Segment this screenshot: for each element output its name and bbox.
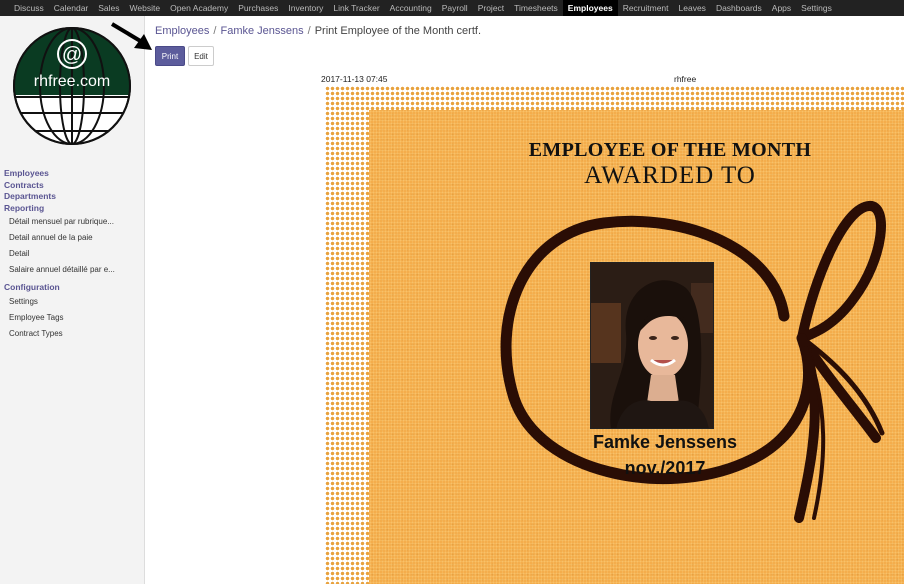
sidebar-item-monthly-detail[interactable]: Détail mensuel par rubrique... bbox=[4, 214, 142, 230]
report-company: rhfree bbox=[674, 74, 697, 84]
nav-open-academy[interactable]: Open Academy bbox=[165, 0, 233, 16]
sidebar-item-employees[interactable]: Employees bbox=[4, 168, 142, 180]
edit-button[interactable]: Edit bbox=[188, 46, 214, 66]
breadcrumb-employee[interactable]: Famke Jenssens bbox=[220, 25, 303, 37]
nav-inventory[interactable]: Inventory bbox=[283, 0, 328, 16]
nav-accounting[interactable]: Accounting bbox=[385, 0, 437, 16]
nav-dashboards[interactable]: Dashboards bbox=[711, 0, 767, 16]
breadcrumb-employees[interactable]: Employees bbox=[155, 25, 209, 37]
nav-purchases[interactable]: Purchases bbox=[233, 0, 283, 16]
nav-settings[interactable]: Settings bbox=[796, 0, 837, 16]
certificate-title: EMPLOYEE OF THE MONTH bbox=[528, 139, 812, 161]
breadcrumb-current: Print Employee of the Month certf. bbox=[314, 25, 482, 37]
print-button[interactable]: Print bbox=[155, 46, 185, 66]
breadcrumb-separator: / bbox=[307, 25, 311, 37]
sidebar-item-employee-tags[interactable]: Employee Tags bbox=[4, 310, 142, 326]
sidebar: @ rhfree.com Employees Contracts Departm… bbox=[0, 16, 145, 584]
sidebar-item-annual-detail[interactable]: Detail annuel de la paie bbox=[4, 230, 142, 246]
nav-payroll[interactable]: Payroll bbox=[437, 0, 473, 16]
nav-project[interactable]: Project bbox=[473, 0, 509, 16]
employee-name: Famke Jenssens bbox=[592, 432, 738, 452]
breadcrumb: Employees / Famke Jenssens / Print Employee … bbox=[155, 25, 481, 37]
logo-text: rhfree.com bbox=[34, 73, 110, 90]
breadcrumb-separator: / bbox=[213, 25, 217, 37]
sidebar-item-detail[interactable]: Detail bbox=[4, 246, 142, 262]
nav-sales[interactable]: Sales bbox=[93, 0, 124, 16]
nav-calendar[interactable]: Calendar bbox=[49, 0, 94, 16]
sidebar-item-reporting[interactable]: Reporting bbox=[4, 203, 142, 215]
nav-employees[interactable]: Employees bbox=[562, 0, 618, 16]
sidebar-item-contract-types[interactable]: Contract Types bbox=[4, 326, 142, 342]
logo-symbol: @ bbox=[62, 44, 82, 66]
nav-recruitment[interactable]: Recruitment bbox=[618, 0, 674, 16]
sidebar-item-annual-salary[interactable]: Salaire annuel détaillé par e... bbox=[4, 262, 142, 278]
sidebar-item-departments[interactable]: Departments bbox=[4, 191, 142, 203]
nav-apps[interactable]: Apps bbox=[767, 0, 796, 16]
nav-link-tracker[interactable]: Link Tracker bbox=[328, 0, 384, 16]
sidebar-item-settings[interactable]: Settings bbox=[4, 294, 142, 310]
nav-timesheets[interactable]: Timesheets bbox=[509, 0, 563, 16]
nav-leaves[interactable]: Leaves bbox=[674, 0, 711, 16]
nav-website[interactable]: Website bbox=[125, 0, 166, 16]
report-timestamp: 2017-11-13 07:45 bbox=[321, 74, 388, 84]
top-navbar: Discuss Calendar Sales Website Open Acad… bbox=[0, 0, 904, 16]
nav-discuss[interactable]: Discuss bbox=[9, 0, 49, 16]
employee-photo bbox=[590, 262, 714, 429]
sidebar-item-contracts[interactable]: Contracts bbox=[4, 180, 142, 192]
certificate-subtitle: AWARDED TO bbox=[584, 162, 756, 189]
arrow-icon bbox=[110, 22, 152, 50]
sidebar-item-configuration[interactable]: Configuration bbox=[4, 282, 142, 294]
sidebar-menu: Employees Contracts Departments Reportin… bbox=[4, 168, 142, 342]
award-date: nov./2017 bbox=[624, 458, 706, 478]
